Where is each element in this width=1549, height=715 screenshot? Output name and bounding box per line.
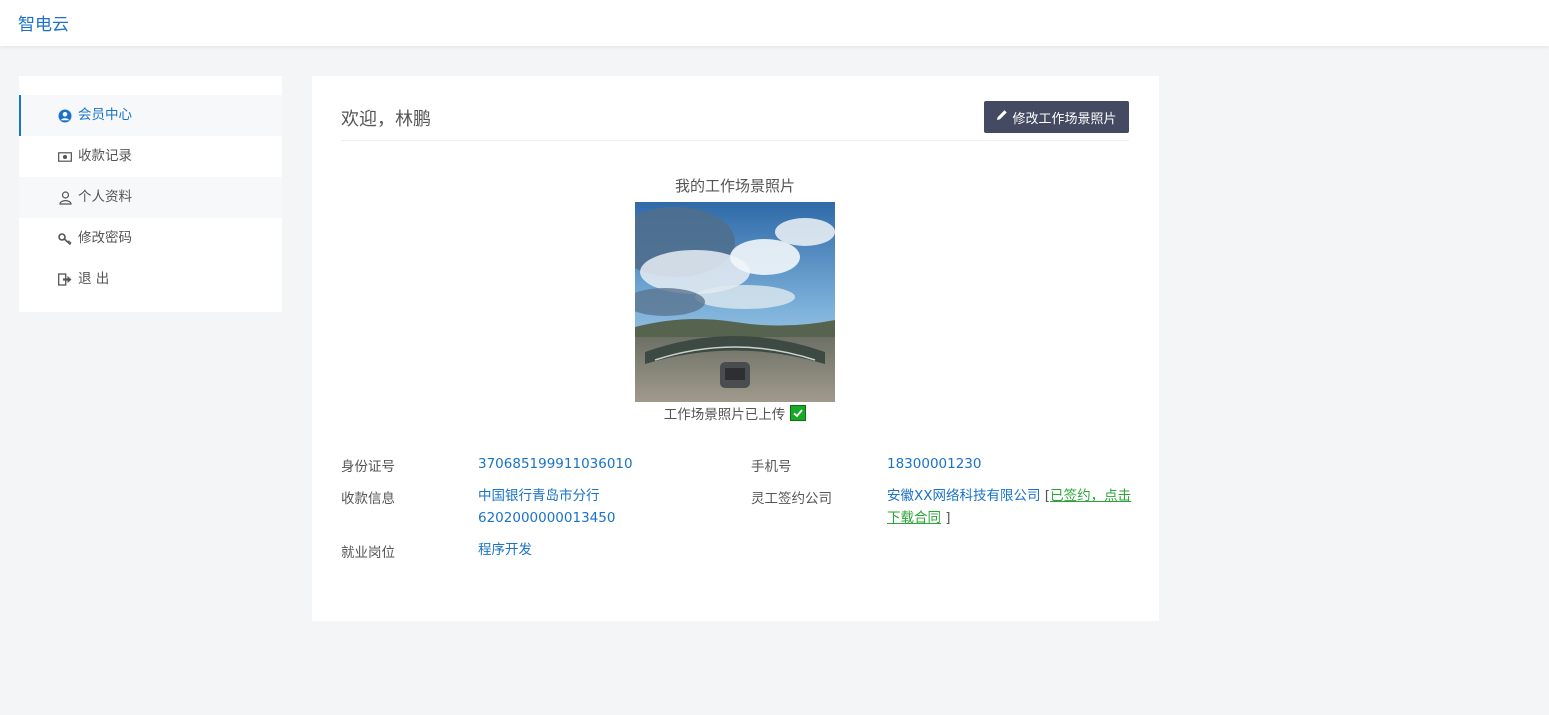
id-number-value: 370685199911036010 [478,456,633,472]
sidebar-item-payment-records[interactable]: 收款记录 [19,136,282,177]
payment-bank: 中国银行青岛市分行 [478,488,600,504]
payment-account: 6202000000013450 [478,510,616,526]
checkmark-icon [790,405,807,421]
id-number-label: 身份证号 [341,459,395,475]
phone-label: 手机号 [751,459,792,475]
signing-company-label: 灵工签约公司 [751,491,832,507]
contract-bracket-close: ] [945,510,951,526]
key-icon [58,232,72,246]
sidebar-item-logout[interactable]: 退 出 [19,259,282,300]
photo-upload-status: 工作场景照片已上传 [585,403,885,423]
company-name: 安徽XX网络科技有限公司 [887,488,1041,504]
sidebar-item-label: 个人资料 [78,189,132,205]
sidebar-item-member-center[interactable]: 会员中心 [19,95,282,136]
work-photo-title: 我的工作场景照片 [674,177,795,195]
edit-work-photo-button[interactable]: 修改工作场景照片 [984,101,1129,133]
payment-info-label: 收款信息 [341,491,395,507]
sidebar-menu: 会员中心 收款记录 个人资料 修改密码 退 出 [19,95,282,300]
user-icon [58,190,72,205]
logout-icon [58,273,72,287]
brand-logo[interactable]: 智电云 [18,10,69,35]
payment-info-value: 中国银行青岛市分行 6202000000013450 [478,485,615,529]
header-divider [341,140,1129,141]
sidebar: 会员中心 收款记录 个人资料 修改密码 退 出 [19,76,282,312]
sidebar-item-label: 会员中心 [78,107,132,123]
welcome-heading: 欢迎，林鹏 [341,109,431,130]
sidebar-item-change-password[interactable]: 修改密码 [19,218,282,259]
top-navbar: 智电云 [0,0,1549,46]
edit-work-photo-label: 修改工作场景照片 [1012,111,1117,127]
sidebar-item-label: 退 出 [78,271,110,287]
position-value: 程序开发 [478,542,532,558]
sidebar-item-label: 收款记录 [78,148,132,164]
pencil-icon [996,109,1012,125]
sidebar-item-profile[interactable]: 个人资料 [19,177,282,218]
position-label: 就业岗位 [341,545,395,561]
member-center-panel: 欢迎，林鹏 修改工作场景照片 我的工作场景照片 工作场景照片已上传 身份证号 3… [312,76,1159,621]
photo-status-text: 工作场景照片已上传 [663,407,786,423]
user-circle-icon [58,109,72,123]
phone-value: 18300001230 [887,456,982,472]
work-scene-photo [635,202,835,402]
sidebar-item-label: 修改密码 [78,230,132,246]
signing-company-value: 安徽XX网络科技有限公司 [已签约，点击下载合同 ] [887,485,1137,529]
money-icon [58,150,72,164]
